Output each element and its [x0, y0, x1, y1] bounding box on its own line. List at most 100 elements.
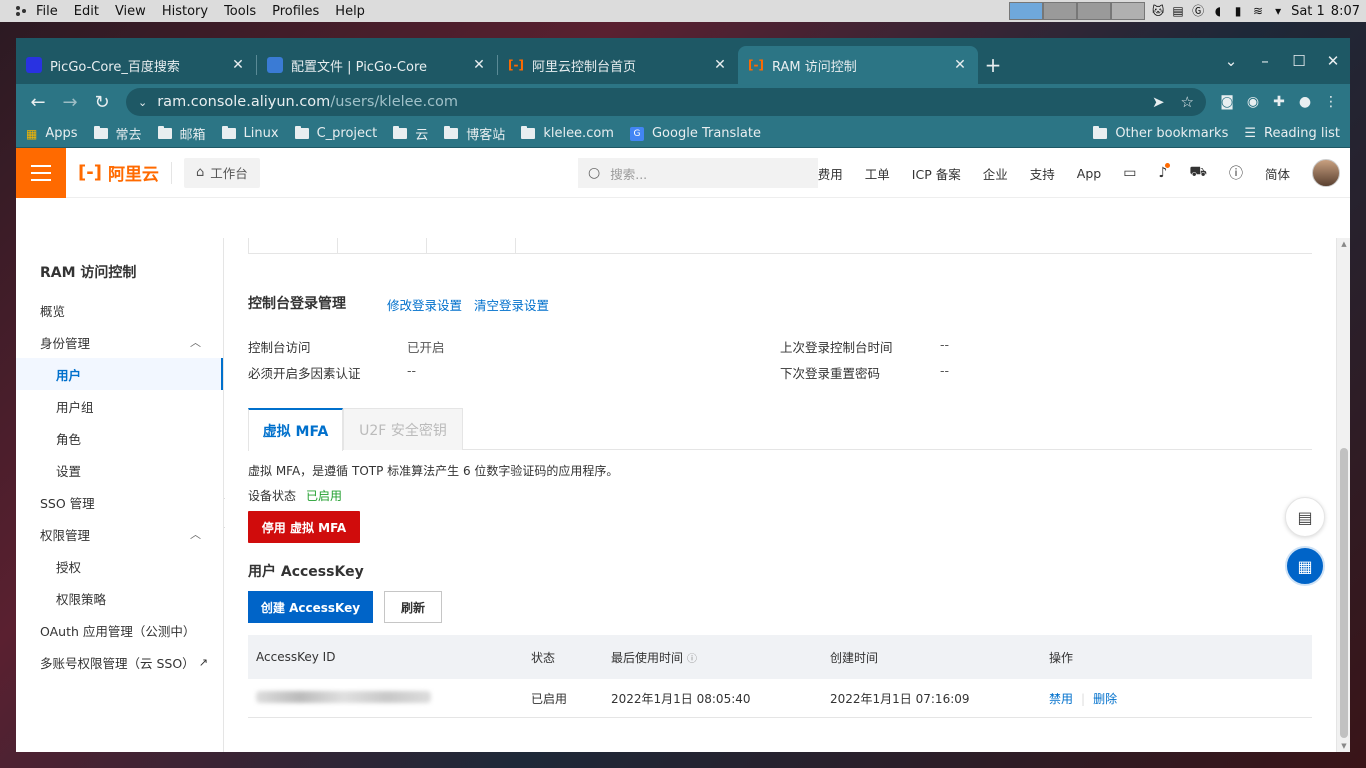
os-menu-edit[interactable]: Edit	[66, 4, 107, 19]
disable-virtual-mfa-button[interactable]: 停用 虚拟 MFA	[248, 511, 360, 543]
bookmark-folder[interactable]: Linux	[221, 126, 279, 141]
bookmark-folder[interactable]: C_project	[294, 126, 377, 141]
delete-accesskey-link[interactable]: 删除	[1093, 692, 1117, 706]
close-icon[interactable]: ✕	[471, 57, 487, 73]
wifi-icon[interactable]: ≋	[1251, 4, 1265, 18]
quick-apps-button[interactable]: ▦	[1285, 546, 1325, 586]
terminal-icon[interactable]: ▭	[1123, 165, 1136, 181]
minimize-icon[interactable]: –	[1248, 52, 1282, 70]
sidebar-item-policies[interactable]: 权限策略	[16, 582, 223, 614]
sidebar-item-identity[interactable]: 身份管理 ︿	[16, 326, 223, 358]
sidebar-item-permissions[interactable]: 权限管理 ︿	[16, 518, 223, 550]
language-switch[interactable]: 简体	[1265, 164, 1290, 183]
sidebar-item-settings[interactable]: 设置	[16, 454, 223, 486]
bell-icon[interactable]: ♪	[1158, 163, 1171, 181]
bookmark-folder[interactable]: 常去	[93, 124, 142, 143]
back-icon[interactable]: ←	[22, 92, 54, 113]
clipboard-icon[interactable]: ▤	[1171, 4, 1185, 18]
battery-icon[interactable]: ▮	[1231, 4, 1245, 18]
clear-login-settings-link[interactable]: 清空登录设置	[474, 295, 549, 314]
cat-icon[interactable]: 🐱	[1151, 4, 1165, 18]
forward-icon[interactable]: →	[54, 92, 86, 113]
hamburger-menu-button[interactable]	[16, 147, 66, 198]
tab-virtual-mfa[interactable]: 虚拟 MFA	[248, 408, 343, 451]
aliyun-logo[interactable]: [-] 阿里云	[78, 160, 159, 185]
nav-ticket[interactable]: 工单	[865, 164, 890, 183]
sidebar-item-roles[interactable]: 角色	[16, 422, 223, 454]
sidebar-item-grants[interactable]: 授权	[16, 550, 223, 582]
workbench-button[interactable]: ⌂ 工作台	[183, 157, 260, 188]
tab-aliyun-console[interactable]: [-] 阿里云控制台首页 ✕	[498, 46, 738, 84]
tab-baidu[interactable]: PicGo-Core_百度搜索 ✕	[16, 46, 256, 84]
tab-search-icon[interactable]: ⌄	[1214, 52, 1248, 70]
sidebar-item-users[interactable]: 用户	[16, 358, 223, 390]
feedback-chat-button[interactable]: ▤	[1285, 497, 1325, 537]
nav-app[interactable]: App	[1077, 166, 1101, 181]
edit-login-settings-link[interactable]: 修改登录设置	[387, 295, 462, 314]
bookmark-folder[interactable]: 云	[393, 124, 428, 143]
other-bookmarks[interactable]: Other bookmarks	[1093, 126, 1228, 141]
profile-avatar-icon[interactable]: ●	[1292, 94, 1318, 110]
os-menu-profiles[interactable]: Profiles	[264, 4, 327, 19]
nav-enterprise[interactable]: 企业	[983, 164, 1008, 183]
tab-ram[interactable]: [-] RAM 访问控制 ✕	[738, 46, 978, 84]
app-g-icon[interactable]: Ⓖ	[1191, 4, 1205, 18]
refresh-button[interactable]: 刷新	[384, 591, 442, 623]
workspace-1[interactable]	[1009, 2, 1044, 20]
tab-u2f-key[interactable]: U2F 安全密钥	[343, 408, 463, 450]
close-icon[interactable]: ✕	[952, 57, 968, 73]
site-info-icon[interactable]: ⌄	[138, 96, 147, 109]
bookmark-folder[interactable]: 邮箱	[157, 124, 206, 143]
close-icon[interactable]: ✕	[230, 57, 246, 73]
help-icon[interactable]: ⓘ	[687, 654, 697, 665]
user-avatar[interactable]	[1312, 159, 1340, 187]
sidebar-item-overview[interactable]: 概览	[16, 294, 223, 326]
header-search-input[interactable]: ○ 搜索...	[578, 158, 818, 188]
extension-owl-icon[interactable]: ◉	[1240, 94, 1266, 110]
nav-billing[interactable]: 费用	[818, 164, 843, 183]
send-icon[interactable]: ➤	[1152, 93, 1165, 111]
os-menu-help[interactable]: Help	[327, 4, 373, 19]
nav-support[interactable]: 支持	[1030, 164, 1055, 183]
sidebar-item-cloud-sso[interactable]: 多账号权限管理（云 SSO） ↗	[16, 646, 223, 678]
scroll-down-icon[interactable]: ▼	[1339, 742, 1349, 750]
browser-menu-icon[interactable]: ⋮	[1318, 94, 1344, 110]
workspace-3[interactable]	[1077, 2, 1112, 20]
os-menu-tools[interactable]: Tools	[216, 4, 264, 19]
bookmark-apps[interactable]: ▦ Apps	[26, 126, 78, 141]
volume-icon[interactable]: ◖	[1211, 4, 1225, 18]
maximize-icon[interactable]: ☐	[1282, 52, 1316, 70]
action-divider: |	[1081, 691, 1086, 706]
os-logo-icon[interactable]	[6, 4, 26, 18]
sidebar-item-oauth[interactable]: OAuth 应用管理（公测中）	[16, 614, 223, 646]
new-tab-button[interactable]: +	[978, 46, 1008, 84]
close-window-icon[interactable]: ✕	[1316, 52, 1350, 70]
cart-icon[interactable]: ⛟	[1189, 164, 1207, 182]
sidebar-item-groups[interactable]: 用户组	[16, 390, 223, 422]
page-scrollbar[interactable]: ▲ ▼	[1336, 238, 1350, 752]
sidebar-item-sso[interactable]: SSO 管理	[16, 486, 223, 518]
os-menu-file[interactable]: File	[28, 4, 66, 19]
bookmark-folder[interactable]: klelee.com	[521, 126, 614, 141]
os-menu-view[interactable]: View	[107, 4, 154, 19]
reload-icon[interactable]: ↻	[86, 92, 118, 113]
nav-icp[interactable]: ICP 备案	[912, 164, 961, 183]
disable-accesskey-link[interactable]: 禁用	[1049, 692, 1073, 706]
workspace-2[interactable]	[1043, 2, 1078, 20]
tab-picgo-config[interactable]: 配置文件 | PicGo-Core ✕	[257, 46, 497, 84]
bookmark-folder[interactable]: 博客站	[444, 124, 505, 143]
bookmark-google-translate[interactable]: G Google Translate	[629, 126, 761, 141]
create-accesskey-button[interactable]: 创建 AccessKey	[248, 591, 373, 623]
chevron-down-icon[interactable]: ▾	[1271, 4, 1285, 18]
close-icon[interactable]: ✕	[712, 57, 728, 73]
reading-list[interactable]: ☰ Reading list	[1244, 126, 1340, 141]
extensions-puzzle-icon[interactable]: ✚	[1266, 94, 1292, 110]
bookmark-star-icon[interactable]: ☆	[1181, 93, 1194, 111]
extension-tampermonkey-icon[interactable]: ◙	[1214, 94, 1240, 110]
os-menu-history[interactable]: History	[154, 4, 216, 19]
scrollbar-thumb[interactable]	[1340, 448, 1348, 738]
scroll-up-icon[interactable]: ▲	[1339, 240, 1349, 248]
address-bar[interactable]: ⌄ ram.console.aliyun.com/users/klelee.co…	[126, 88, 1206, 116]
help-icon[interactable]: ⓘ	[1229, 163, 1243, 183]
workspace-4[interactable]	[1111, 2, 1146, 20]
